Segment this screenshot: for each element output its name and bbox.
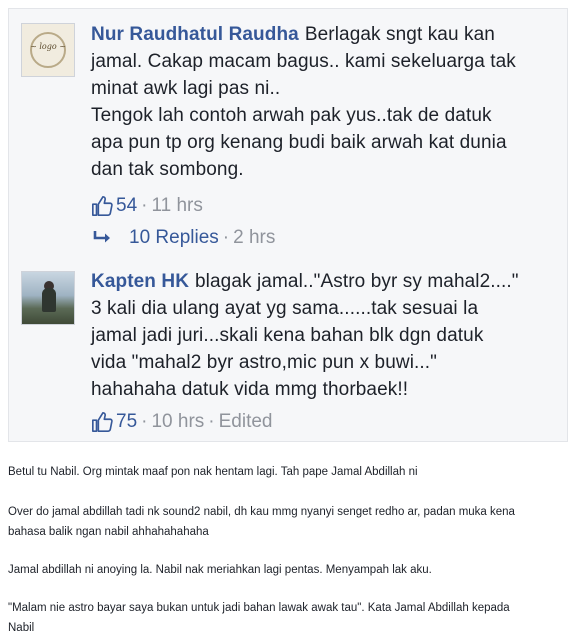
comment-thread-panel: ~ logo ~ Nur Raudhatul Raudha Berlagak sn… (8, 8, 568, 442)
avatar-logo-script: ~ logo ~ (30, 42, 66, 51)
thumbs-up-icon[interactable] (91, 195, 113, 217)
avatar[interactable] (21, 271, 75, 325)
replies-row[interactable]: 10 Replies · 2 hrs (93, 227, 275, 249)
meta-separator: · (141, 411, 148, 432)
comment-text: Berlagak sngt kau kan jamal. Cakap macam… (91, 24, 516, 180)
like-count[interactable]: 54 (116, 195, 137, 217)
comment-meta: 75 · 10 hrs · Edited (91, 409, 272, 435)
article-paragraph: Nabil (8, 622, 35, 634)
article-paragraph: bahasa balik ngan nabil ahhahahahaha (8, 526, 209, 538)
article-paragraph: Betul tu Nabil. Org mintak maaf pon nak … (8, 466, 418, 478)
comment-author-link[interactable]: Kapten HK (91, 271, 189, 292)
comment-timestamp[interactable]: 10 hrs (151, 411, 204, 433)
article-paragraph: Jamal abdillah ni anoying la. Nabil nak … (8, 564, 432, 576)
edited-label[interactable]: Edited (219, 411, 273, 433)
meta-separator: · (222, 227, 230, 248)
reply-arrow-icon (93, 231, 110, 243)
meta-separator: · (208, 411, 215, 432)
comment-timestamp[interactable]: 11 hrs (151, 195, 202, 217)
person-body-shape (42, 288, 56, 312)
thumbs-up-icon[interactable] (91, 411, 113, 433)
comment-body: Kapten HK blagak jamal.."Astro byr sy mah… (91, 268, 553, 403)
comment-body: Nur Raudhatul Raudha Berlagak sngt kau ka… (91, 21, 553, 183)
avatar[interactable]: ~ logo ~ (21, 23, 75, 77)
like-count[interactable]: 75 (116, 411, 137, 433)
replies-timestamp: 2 hrs (233, 227, 276, 248)
comment-author-link[interactable]: Nur Raudhatul Raudha (91, 24, 299, 45)
view-replies-link[interactable]: 10 Replies (129, 227, 219, 249)
comment-meta: 54 · 11 hrs (91, 193, 203, 219)
meta-separator: · (141, 195, 148, 216)
